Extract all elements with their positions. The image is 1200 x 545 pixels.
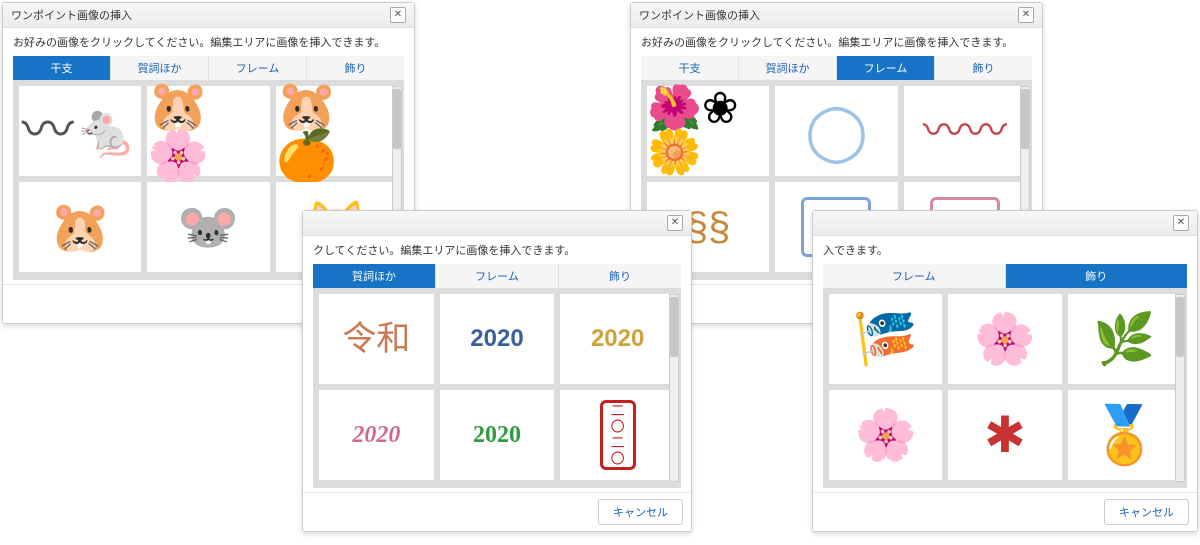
scrollbar-thumb[interactable] <box>393 89 401 149</box>
magnolia-branch-icon: 🌸 <box>855 410 917 460</box>
gallery-item[interactable]: 2020 <box>440 294 555 384</box>
vertical-stamp-icon: 二〇二〇 <box>600 400 636 470</box>
cherry-blossom-icon: 🌸 <box>974 314 1036 364</box>
green-2020-icon: 2020 <box>473 423 521 447</box>
clover-plant-icon: 🌿 <box>1093 314 1155 364</box>
gallery-item[interactable]: 2020 <box>560 294 675 384</box>
dialog-title: ワンポイント画像の挿入 <box>639 7 760 23</box>
gallery-item[interactable]: 2020 <box>440 390 555 480</box>
tab-frame[interactable]: フレーム <box>209 56 307 80</box>
tab-kazari[interactable]: 飾り <box>1006 264 1188 288</box>
ribbon-frame-icon: §§ <box>686 207 731 247</box>
instruction-text: クしてください。編集エリアに画像を挿入できます。 <box>313 242 681 258</box>
dialog-title: ワンポイント画像の挿入 <box>11 7 132 23</box>
insert-image-dialog-gashi: ✕ クしてください。編集エリアに画像を挿入できます。 賀詞ほか フレーム 飾り … <box>302 210 692 532</box>
tab-kazari[interactable]: 飾り <box>935 56 1032 80</box>
gallery-item[interactable]: 🐭 <box>147 182 269 272</box>
blue-wreath-icon: ◯ <box>805 103 868 159</box>
tab-eto[interactable]: 干支 <box>13 56 111 80</box>
dialog-title <box>311 217 314 229</box>
close-icon[interactable]: ✕ <box>1173 215 1189 231</box>
dialog-footer: キャンセル <box>813 492 1197 531</box>
red-flower-icon: ✱ <box>984 410 1026 460</box>
gallery-item[interactable]: 🏅 <box>1068 390 1181 480</box>
dialog-title <box>821 217 824 229</box>
gold-medal-icon: 🏅 <box>1089 407 1159 463</box>
gallery-item[interactable]: 令和 <box>319 294 434 384</box>
scrollbar-thumb[interactable] <box>670 297 678 357</box>
gallery-scrollbar[interactable] <box>669 294 679 482</box>
dialog-header: ワンポイント画像の挿入 ✕ <box>3 3 414 28</box>
category-tabs: 賀詞ほか フレーム 飾り <box>313 264 681 288</box>
mouse-icon: 〰🐁 <box>22 105 139 157</box>
gallery-item[interactable]: 🌸 <box>948 294 1061 384</box>
tab-kazari[interactable]: 飾り <box>307 56 404 80</box>
gallery-item[interactable]: 🐹 <box>19 182 141 272</box>
image-gallery: 🎏 🌸 🌿 🌸 ✱ 🏅 <box>823 288 1187 488</box>
gallery-item[interactable]: 二〇二〇 <box>560 390 675 480</box>
insert-image-dialog-kazari: ✕ 入できます。 フレーム 飾り 🎏 🌸 🌿 🌸 ✱ 🏅 キャンセル <box>812 210 1198 532</box>
gallery-item[interactable]: ◯ <box>775 86 897 176</box>
koinobori-icon: 🎏 <box>853 313 918 365</box>
close-icon[interactable]: ✕ <box>667 215 683 231</box>
scrollbar-thumb[interactable] <box>1176 297 1184 357</box>
image-gallery: 令和 2020 2020 2020 2020 二〇二〇 <box>313 288 681 488</box>
gallery-item[interactable]: 〰〰 <box>904 86 1026 176</box>
category-tabs: フレーム 飾り <box>823 264 1187 288</box>
dialog-footer: キャンセル <box>303 492 691 531</box>
gallery-item[interactable]: 2020 <box>319 390 434 480</box>
close-icon[interactable]: ✕ <box>390 7 406 23</box>
instruction-text: 入できます。 <box>823 242 1187 258</box>
category-tabs: 干支 賀詞ほか フレーム 飾り <box>641 56 1032 80</box>
crane-frame-icon: 〰〰 <box>923 110 1007 152</box>
gallery-item[interactable]: 🐹🍊 <box>276 86 398 176</box>
cancel-button[interactable]: キャンセル <box>598 499 683 525</box>
instruction-text: お好みの画像をクリックしてください。編集エリアに画像を挿入できます。 <box>641 34 1032 50</box>
gallery-scrollbar[interactable] <box>1175 294 1185 482</box>
instruction-text: お好みの画像をクリックしてください。編集エリアに画像を挿入できます。 <box>13 34 404 50</box>
tab-gashi[interactable]: 賀詞ほか <box>739 56 837 80</box>
hamster-orange-icon: 🐹🍊 <box>276 81 398 181</box>
gallery-item[interactable]: 〰🐁 <box>19 86 141 176</box>
tab-frame[interactable]: フレーム <box>837 56 935 80</box>
hamster-blossom-icon: 🐹🌸 <box>147 81 269 181</box>
daruma-mouse-icon: 🐹 <box>49 202 111 252</box>
gallery-item[interactable]: 🌸 <box>829 390 942 480</box>
scrollbar-thumb[interactable] <box>1021 89 1029 149</box>
dialog-header: ✕ <box>813 211 1197 236</box>
cancel-button[interactable]: キャンセル <box>1104 499 1189 525</box>
close-icon[interactable]: ✕ <box>1018 7 1034 23</box>
floral-wreath-icon: 🌺❀🌼 <box>647 87 769 175</box>
tab-frame[interactable]: フレーム <box>436 264 559 288</box>
dialog-header: ✕ <box>303 211 691 236</box>
gallery-item[interactable]: 🎏 <box>829 294 942 384</box>
script-2020-icon: 2020 <box>352 423 400 447</box>
tab-eto[interactable]: 干支 <box>641 56 739 80</box>
gallery-item[interactable]: ✱ <box>948 390 1061 480</box>
tab-gashi[interactable]: 賀詞ほか <box>111 56 209 80</box>
pattern-2020-icon: 2020 <box>470 327 523 351</box>
gray-mouse-icon: 🐭 <box>177 202 239 252</box>
gallery-item[interactable]: 🐹🌸 <box>147 86 269 176</box>
tab-kazari[interactable]: 飾り <box>559 264 681 288</box>
gold-2020-icon: 2020 <box>591 327 644 351</box>
gallery-item[interactable]: 🌺❀🌼 <box>647 86 769 176</box>
gallery-item[interactable]: 🌿 <box>1068 294 1181 384</box>
tab-frame[interactable]: フレーム <box>823 264 1006 288</box>
dialog-header: ワンポイント画像の挿入 ✕ <box>631 3 1042 28</box>
reiwa-glyph-icon: 令和 <box>342 322 410 356</box>
tab-gashi[interactable]: 賀詞ほか <box>313 264 436 288</box>
category-tabs: 干支 賀詞ほか フレーム 飾り <box>13 56 404 80</box>
